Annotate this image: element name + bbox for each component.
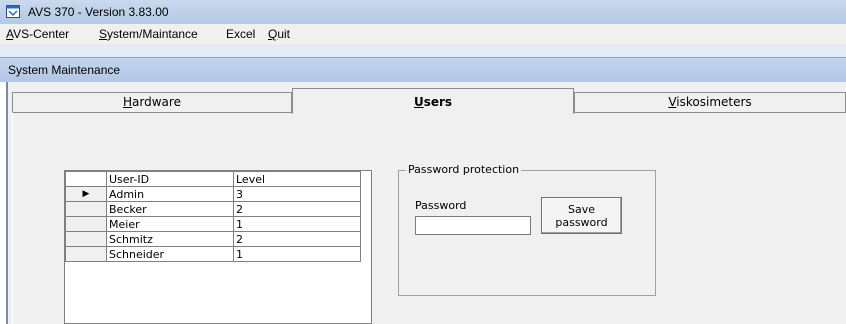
- cell-user-id[interactable]: Admin: [106, 186, 234, 202]
- tab-hardware[interactable]: Hardware: [12, 92, 292, 112]
- dialog-title: System Maintenance: [8, 63, 121, 77]
- column-header-level[interactable]: Level: [233, 171, 361, 187]
- row-selector[interactable]: [65, 216, 107, 232]
- menu-excel[interactable]: Excel: [226, 27, 255, 41]
- cell-level[interactable]: 2: [233, 231, 361, 247]
- grid-corner-cell: [65, 171, 107, 187]
- current-row-indicator-icon: ▶: [65, 186, 107, 202]
- row-selector[interactable]: [65, 246, 107, 262]
- table-row[interactable]: Schneider 1: [65, 246, 361, 262]
- users-table: User-ID Level ▶ Admin 3 Becker 2 Meier 1…: [65, 171, 361, 262]
- password-protection-legend: Password protection: [406, 163, 522, 176]
- password-label: Password: [415, 199, 467, 212]
- menu-quit[interactable]: Quit: [268, 27, 290, 41]
- tab-users-mnemonic: U: [413, 95, 424, 109]
- table-row[interactable]: Schmitz 2: [65, 231, 361, 247]
- mdi-frame: [0, 44, 846, 57]
- menu-bar: AVS-Center System/Maintance Excel Quit: [0, 24, 846, 44]
- save-password-button[interactable]: Save password: [541, 197, 622, 234]
- cell-user-id[interactable]: Schneider: [106, 246, 234, 262]
- row-selector[interactable]: [65, 201, 107, 217]
- tab-viskosimeters[interactable]: Viskosimeters: [574, 92, 846, 112]
- column-header-user-id[interactable]: User-ID: [106, 171, 234, 187]
- save-password-button-line2: password: [555, 216, 608, 229]
- cell-user-id[interactable]: Becker: [106, 201, 234, 217]
- dialog-titlebar: System Maintenance: [0, 57, 846, 82]
- cell-level[interactable]: 3: [233, 186, 361, 202]
- window-title: AVS 370 - Version 3.83.00: [28, 5, 169, 19]
- table-header-row: User-ID Level: [65, 171, 361, 187]
- menu-avs-center[interactable]: AVS-Center: [6, 27, 69, 41]
- cell-level[interactable]: 2: [233, 201, 361, 217]
- tab-hardware-mnemonic: H: [123, 95, 133, 109]
- cell-user-id[interactable]: Schmitz: [106, 231, 234, 247]
- table-row[interactable]: Meier 1: [65, 216, 361, 232]
- password-input[interactable]: [415, 216, 531, 235]
- row-selector[interactable]: [65, 231, 107, 247]
- cell-level[interactable]: 1: [233, 216, 361, 232]
- tab-users[interactable]: Users: [292, 88, 574, 114]
- cell-level[interactable]: 1: [233, 246, 361, 262]
- save-password-button-line1: Save: [567, 203, 595, 216]
- table-row[interactable]: Becker 2: [65, 201, 361, 217]
- menu-quit-label: uit: [277, 27, 291, 41]
- menu-system-maintance-label: ystem/Maintance: [107, 27, 198, 41]
- menu-system-maintance[interactable]: System/Maintance: [99, 27, 198, 41]
- cell-user-id[interactable]: Meier: [106, 216, 234, 232]
- tab-users-label: sers: [423, 95, 453, 109]
- window-titlebar: AVS 370 - Version 3.83.00: [0, 0, 846, 24]
- tab-viskosimeters-label: iskosimeters: [676, 95, 752, 109]
- users-grid[interactable]: User-ID Level ▶ Admin 3 Becker 2 Meier 1…: [64, 170, 372, 324]
- app-icon: [6, 5, 20, 18]
- table-row[interactable]: ▶ Admin 3: [65, 186, 361, 202]
- tab-hardware-label: ardware: [132, 95, 181, 109]
- menu-avs-center-label: VS-Center: [13, 27, 70, 41]
